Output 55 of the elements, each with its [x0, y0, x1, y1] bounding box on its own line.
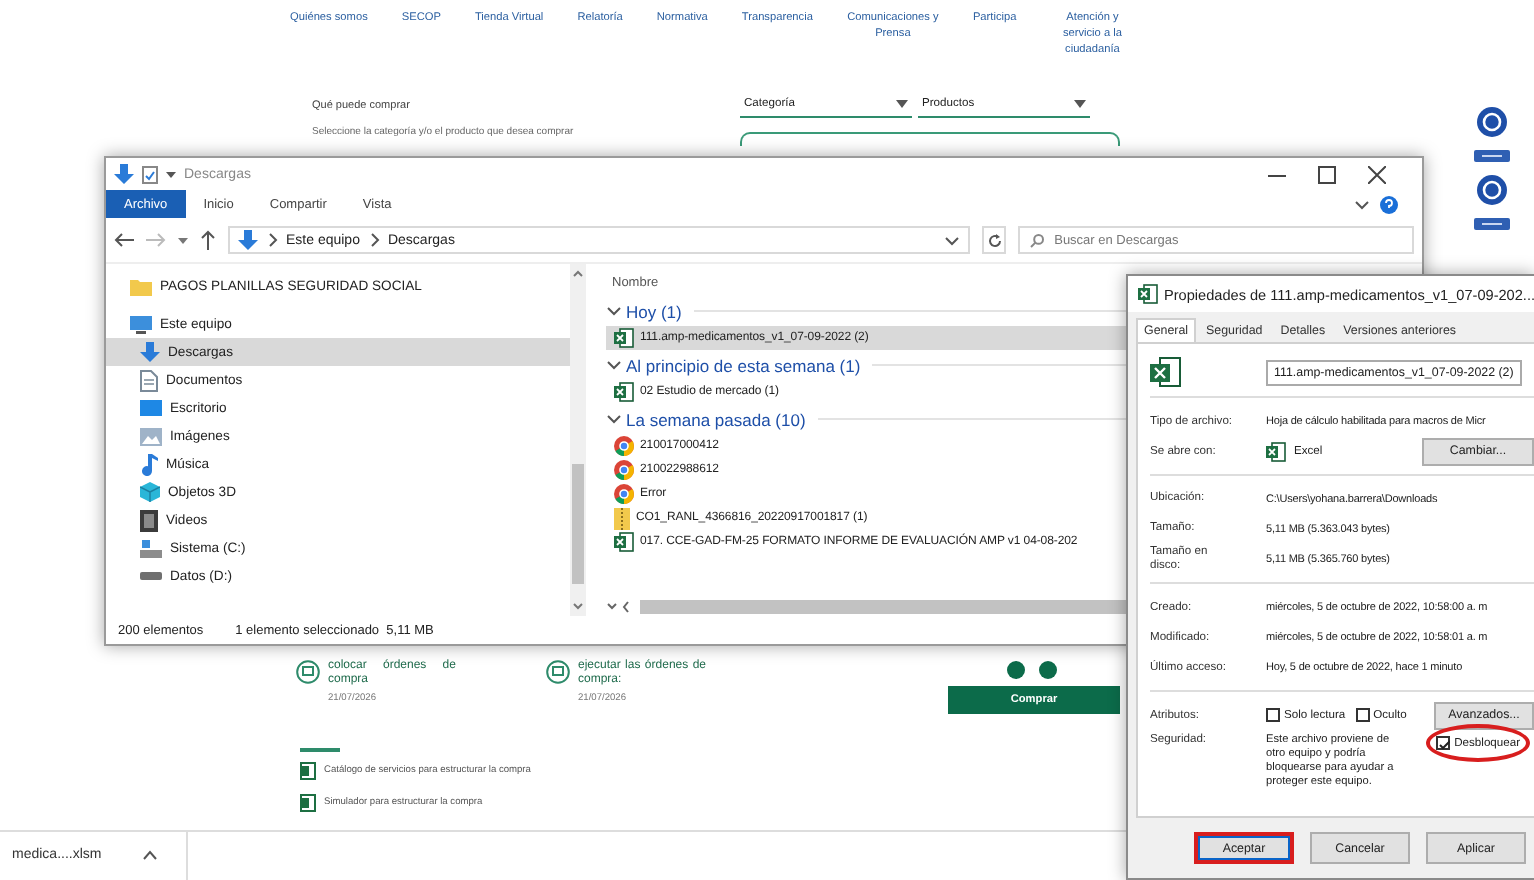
chevron-right-icon — [266, 232, 278, 248]
spreadsheet-icon — [614, 532, 634, 552]
caret-icon — [896, 99, 908, 108]
maximize-icon[interactable] — [1318, 165, 1336, 183]
download-arrow-icon — [114, 164, 134, 184]
chevron-up-icon[interactable] — [141, 850, 158, 861]
spreadsheet-icon — [1266, 441, 1286, 461]
refresh-button[interactable] — [982, 226, 1007, 254]
chevron-down-icon[interactable] — [606, 303, 622, 319]
desktop-icon — [140, 399, 162, 417]
picture-icon — [140, 427, 162, 445]
chevron-down-icon[interactable] — [1354, 198, 1370, 210]
group-header[interactable]: Al principio de esta semana (1) — [626, 355, 861, 375]
chevron-right-icon — [367, 232, 380, 248]
download-arrow-icon — [238, 230, 258, 250]
close-icon[interactable] — [1368, 165, 1386, 183]
group-header[interactable]: La semana pasada (10) — [626, 409, 806, 429]
caret-icon[interactable] — [178, 237, 188, 243]
scroll-arrows-icon[interactable] — [606, 600, 634, 614]
cube-icon — [140, 482, 160, 502]
spreadsheet-file-icon — [1150, 356, 1182, 388]
cart-circle-icon — [546, 659, 570, 684]
label-tag-icon — [1474, 150, 1510, 163]
badge-icon — [1476, 174, 1508, 207]
archive-icon — [614, 507, 630, 529]
spreadsheet-icon — [1138, 284, 1158, 304]
checklist-icon — [142, 165, 158, 183]
group-header[interactable]: Hoy (1) — [626, 301, 682, 321]
download-arrow-icon — [140, 342, 160, 362]
chevron-down-icon[interactable] — [606, 357, 622, 373]
help-icon[interactable] — [1380, 195, 1398, 213]
caret-icon — [1074, 99, 1086, 108]
spreadsheet-icon — [614, 382, 634, 402]
system-drive-icon — [140, 539, 162, 557]
browser-logo-icon — [614, 436, 634, 456]
document-icon — [140, 369, 158, 391]
checkmark-icon — [1438, 738, 1451, 750]
folder-icon — [130, 277, 152, 295]
music-note-icon — [140, 453, 158, 475]
refresh-icon — [987, 233, 1002, 247]
caret-icon — [166, 171, 176, 177]
chevron-down-icon[interactable] — [944, 234, 961, 246]
film-icon — [140, 509, 158, 531]
monitor-icon — [130, 315, 152, 333]
search-icon — [1030, 233, 1045, 247]
browser-logo-icon — [614, 484, 634, 504]
cart-circle-icon — [296, 659, 320, 684]
drive-icon — [140, 570, 162, 582]
label-tag-icon — [1474, 218, 1510, 231]
badge-icon — [1476, 106, 1508, 139]
chevron-down-icon[interactable] — [606, 411, 622, 427]
browser-logo-icon — [614, 460, 634, 480]
spreadsheet-icon — [614, 328, 634, 348]
back-arrow-icon[interactable] — [114, 232, 134, 248]
up-arrow-icon[interactable] — [200, 230, 216, 250]
